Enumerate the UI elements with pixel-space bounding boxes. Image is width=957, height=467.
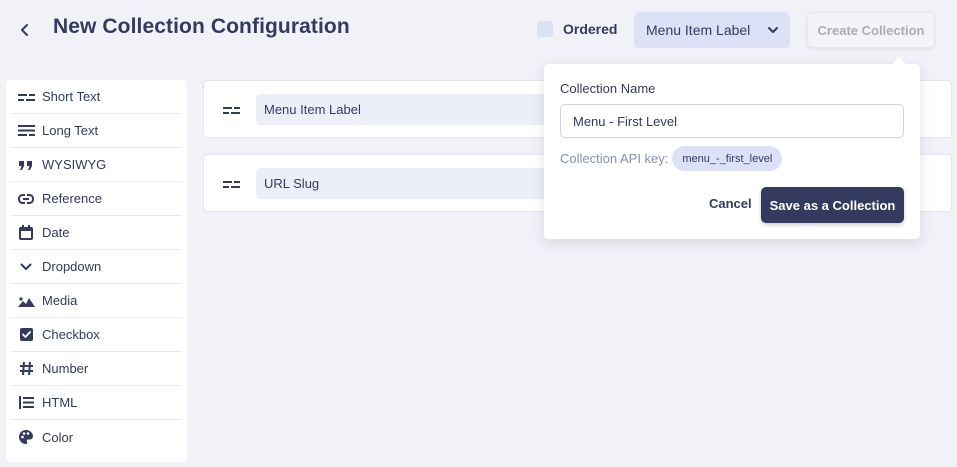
- sidebar-item-label: Long Text: [42, 123, 99, 138]
- list-icon: [17, 394, 35, 412]
- field-label-input[interactable]: URL Slug: [256, 168, 556, 199]
- create-collection-popover: Collection Name Menu - First Level Colle…: [544, 57, 920, 239]
- sidebar-item-label: Dropdown: [42, 259, 102, 274]
- cancel-button[interactable]: Cancel: [709, 196, 752, 211]
- sidebar-item-label: HTML: [42, 395, 78, 410]
- link-icon: [17, 190, 35, 208]
- sidebar-item-label: WYSIWYG: [42, 157, 107, 172]
- drag-handle-icon[interactable]: [223, 177, 240, 195]
- sidebar-item-dropdown[interactable]: Dropdown: [11, 250, 182, 284]
- label-field-select[interactable]: Menu Item Label: [634, 12, 790, 48]
- chevron-down-icon: [768, 27, 778, 33]
- image-icon: [17, 292, 35, 310]
- api-key-label: Collection API key:: [560, 151, 669, 166]
- calendar-icon: [17, 224, 35, 242]
- sidebar-item-short-text[interactable]: Short Text: [11, 80, 182, 114]
- back-button[interactable]: [14, 18, 36, 42]
- ordered-toggle: Ordered: [537, 21, 617, 37]
- palette-icon: [17, 428, 35, 446]
- sidebar-item-wysiwyg[interactable]: WYSIWYG: [11, 148, 182, 182]
- sidebar-item-html[interactable]: HTML: [11, 386, 182, 420]
- chevron-down-icon: [17, 258, 35, 276]
- quote-icon: [17, 156, 35, 174]
- field-type-sidebar: Short Text Long Text WYSIWYG Reference D…: [6, 80, 187, 462]
- hash-icon: [17, 360, 35, 378]
- sidebar-item-label: Color: [42, 429, 74, 445]
- sidebar-item-reference[interactable]: Reference: [11, 182, 182, 216]
- short-text-icon: [17, 88, 35, 106]
- chevron-left-icon: [21, 24, 28, 36]
- sidebar-item-number[interactable]: Number: [11, 352, 182, 386]
- api-key-badge: menu_-_first_level: [672, 146, 783, 171]
- sidebar-item-label: Date: [42, 225, 70, 240]
- save-as-collection-button[interactable]: Save as a Collection: [761, 187, 904, 223]
- sidebar-item-long-text[interactable]: Long Text: [11, 114, 182, 148]
- page-title: New Collection Configuration: [53, 15, 350, 38]
- sidebar-item-label: Short Text: [42, 89, 101, 104]
- sidebar-item-date[interactable]: Date: [11, 216, 182, 250]
- sidebar-item-checkbox[interactable]: Checkbox: [11, 318, 182, 352]
- checkbox-icon: [17, 326, 35, 344]
- drag-handle-icon[interactable]: [223, 103, 240, 121]
- ordered-checkbox[interactable]: [537, 21, 553, 37]
- sidebar-item-label: Number: [42, 361, 89, 376]
- collection-name-label: Collection Name: [560, 81, 656, 96]
- api-key-row: Collection API key: menu_-_first_level: [560, 146, 783, 171]
- label-field-select-value: Menu Item Label: [646, 22, 751, 38]
- collection-name-input[interactable]: Menu - First Level: [560, 104, 904, 138]
- ordered-label: Ordered: [563, 21, 618, 37]
- sidebar-item-label: Media: [42, 293, 78, 308]
- field-label-input[interactable]: Menu Item Label: [256, 94, 556, 125]
- sidebar-item-media[interactable]: Media: [11, 284, 182, 318]
- sidebar-item-color[interactable]: Color: [11, 420, 182, 454]
- sidebar-item-label: Checkbox: [42, 327, 100, 342]
- create-collection-button[interactable]: Create Collection: [807, 12, 935, 48]
- long-text-icon: [17, 122, 35, 140]
- sidebar-item-label: Reference: [42, 191, 102, 206]
